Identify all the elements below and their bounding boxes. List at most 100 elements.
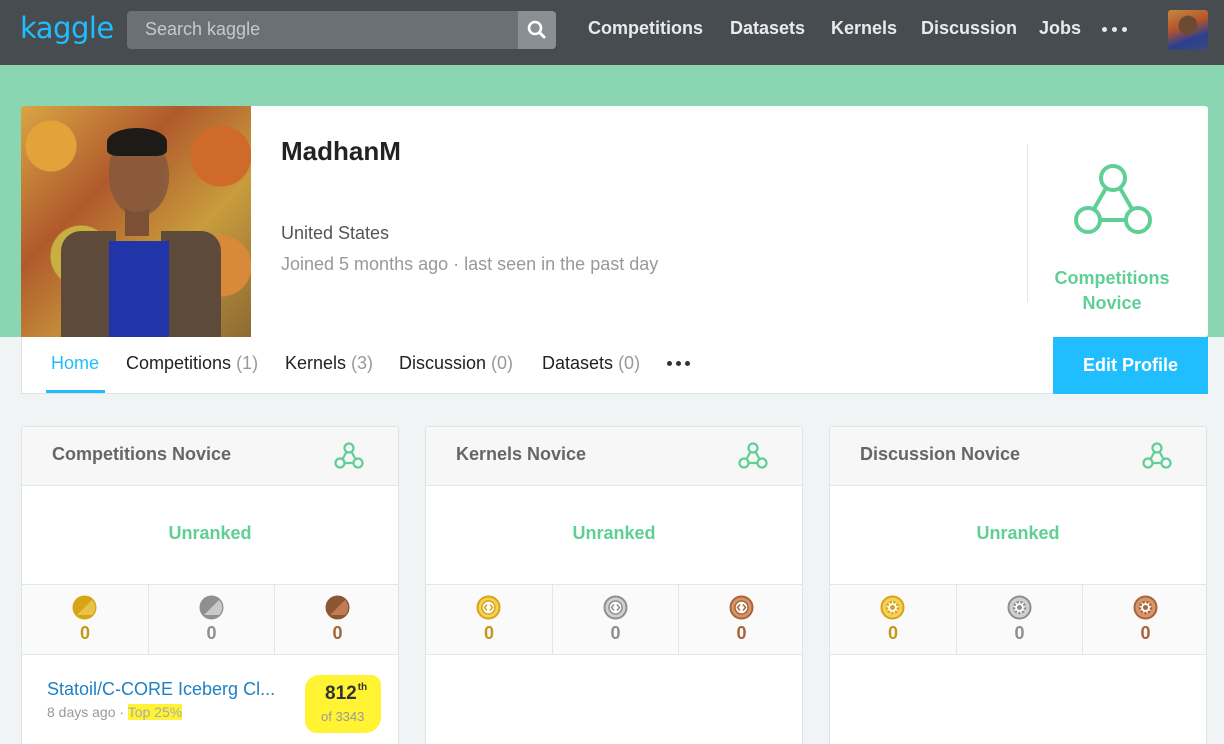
active-tab-indicator xyxy=(46,390,105,393)
tab-discussion[interactable]: Discussion (0) xyxy=(399,353,513,374)
card-title: Kernels Novice xyxy=(456,444,587,464)
silver-code-medal-icon xyxy=(603,595,628,620)
profile-location: United States xyxy=(281,223,390,243)
tier-label-line1: Competitions xyxy=(1054,268,1170,288)
silver-medal: 0 xyxy=(552,585,678,655)
novice-tier-icon xyxy=(1074,164,1152,234)
profile-joined: Joined 5 months ago · last seen in the p… xyxy=(281,254,659,274)
divider xyxy=(1027,144,1028,302)
rank-suffix: th xyxy=(357,682,368,693)
medal-row: 0 0 0 xyxy=(830,585,1206,655)
meta-separator: · xyxy=(115,704,128,720)
silver-medal: 0 xyxy=(956,585,1082,655)
tab-label: Home xyxy=(51,353,100,373)
novice-tier-icon xyxy=(334,442,364,469)
medal-count: 0 xyxy=(610,623,621,643)
rank-number: 812th xyxy=(325,682,367,705)
nav-competitions[interactable]: Competitions xyxy=(588,18,703,39)
rank-value: 812 xyxy=(325,683,357,704)
bronze-medal: 0 xyxy=(1082,585,1206,655)
gold-code-medal-icon xyxy=(476,595,501,620)
tab-count: (0) xyxy=(491,353,514,373)
bronze-gear-medal-icon xyxy=(1133,595,1158,620)
profile-name: MadhanM xyxy=(281,136,401,166)
medal-count: 0 xyxy=(1140,623,1151,643)
ellipsis-icon[interactable] xyxy=(1102,27,1128,33)
gold-medal: 0 xyxy=(22,585,148,655)
nav-kernels[interactable]: Kernels xyxy=(831,18,897,39)
medal-count: 0 xyxy=(736,623,747,643)
competition-link[interactable]: Statoil/C-CORE Iceberg Cl... xyxy=(47,679,275,700)
gold-medal-icon xyxy=(72,595,97,620)
card-title: Competitions Novice xyxy=(52,444,232,464)
card-header: Discussion Novice xyxy=(830,427,1206,486)
profile-photo xyxy=(21,106,251,337)
rank-total: of 3343 xyxy=(321,709,365,724)
nav-datasets[interactable]: Datasets xyxy=(730,18,805,39)
gold-medal: 0 xyxy=(426,585,552,655)
tab-count: (1) xyxy=(236,353,259,373)
bronze-medal: 0 xyxy=(678,585,802,655)
search-button[interactable] xyxy=(518,11,556,49)
card-title: Discussion Novice xyxy=(860,444,1021,464)
medal-row: 0 0 0 xyxy=(22,585,398,655)
novice-tier-icon xyxy=(738,442,768,469)
kaggle-logo[interactable]: kaggle xyxy=(20,11,114,45)
competition-top-percent: Top 25% xyxy=(127,704,183,720)
silver-medal: 0 xyxy=(148,585,274,655)
tab-count: (0) xyxy=(618,353,641,373)
bronze-code-medal-icon xyxy=(729,595,754,620)
medal-count: 0 xyxy=(1014,623,1025,643)
nav-jobs[interactable]: Jobs xyxy=(1039,18,1081,39)
rank-status: Unranked xyxy=(572,523,656,543)
tab-label: Competitions xyxy=(126,353,232,373)
card-header: Competitions Novice xyxy=(22,427,398,486)
search-box[interactable]: Search kaggle xyxy=(127,11,556,49)
profile-tabs: Home Competitions (1) Kernels (3) Discus… xyxy=(21,337,1208,394)
tab-label: Kernels xyxy=(285,353,347,373)
tab-kernels[interactable]: Kernels (3) xyxy=(285,353,373,374)
competition-meta: 8 days ago · Top 25% xyxy=(47,704,183,720)
search-icon xyxy=(527,20,546,39)
card-rank: Unranked xyxy=(22,486,398,585)
novice-tier-icon xyxy=(1142,442,1172,469)
tab-datasets[interactable]: Datasets (0) xyxy=(542,353,640,374)
medal-count: 0 xyxy=(79,623,90,643)
competition-time: 8 days ago xyxy=(47,704,116,720)
bronze-medal: 0 xyxy=(274,585,398,655)
tier-label-line2: Novice xyxy=(1082,293,1142,313)
silver-gear-medal-icon xyxy=(1007,595,1032,620)
medal-count: 0 xyxy=(206,623,217,643)
tier-label: Competitions Novice xyxy=(1032,266,1192,316)
discussion-card: Discussion Novice Unranked 0 0 0 xyxy=(829,426,1207,744)
tab-home[interactable]: Home xyxy=(51,353,99,374)
tab-label: Datasets xyxy=(542,353,614,373)
card-header: Kernels Novice xyxy=(426,427,802,486)
profile-card: MadhanM United States Joined 5 months ag… xyxy=(21,106,1208,337)
medal-count: 0 xyxy=(332,623,343,643)
top-navbar: kaggle Search kaggle Competitions Datase… xyxy=(0,0,1224,65)
ellipsis-icon[interactable] xyxy=(667,361,691,367)
bronze-medal-icon xyxy=(325,595,350,620)
rank-status: Unranked xyxy=(976,523,1060,543)
card-rank: Unranked xyxy=(426,486,802,585)
rank-status: Unranked xyxy=(168,523,252,543)
medal-row: 0 0 0 xyxy=(426,585,802,655)
competitions-card: Competitions Novice Unranked 0 0 0 Stato… xyxy=(21,426,399,744)
gold-gear-medal-icon xyxy=(880,595,905,620)
user-avatar[interactable] xyxy=(1168,10,1208,50)
tab-label: Discussion xyxy=(399,353,487,373)
medal-count: 0 xyxy=(887,623,898,643)
search-input[interactable]: Search kaggle xyxy=(145,19,260,40)
medal-count: 0 xyxy=(483,623,494,643)
silver-medal-icon xyxy=(199,595,224,620)
kernels-card: Kernels Novice Unranked 0 0 0 xyxy=(425,426,803,744)
gold-medal: 0 xyxy=(830,585,956,655)
tab-competitions[interactable]: Competitions (1) xyxy=(126,353,258,374)
tab-count: (3) xyxy=(351,353,374,373)
edit-profile-button[interactable]: Edit Profile xyxy=(1053,337,1208,394)
competition-rank: 812th of 3343 xyxy=(305,675,381,733)
competition-entry: Statoil/C-CORE Iceberg Cl... 8 days ago … xyxy=(22,655,398,744)
nav-discussion[interactable]: Discussion xyxy=(921,18,1017,39)
card-rank: Unranked xyxy=(830,486,1206,585)
